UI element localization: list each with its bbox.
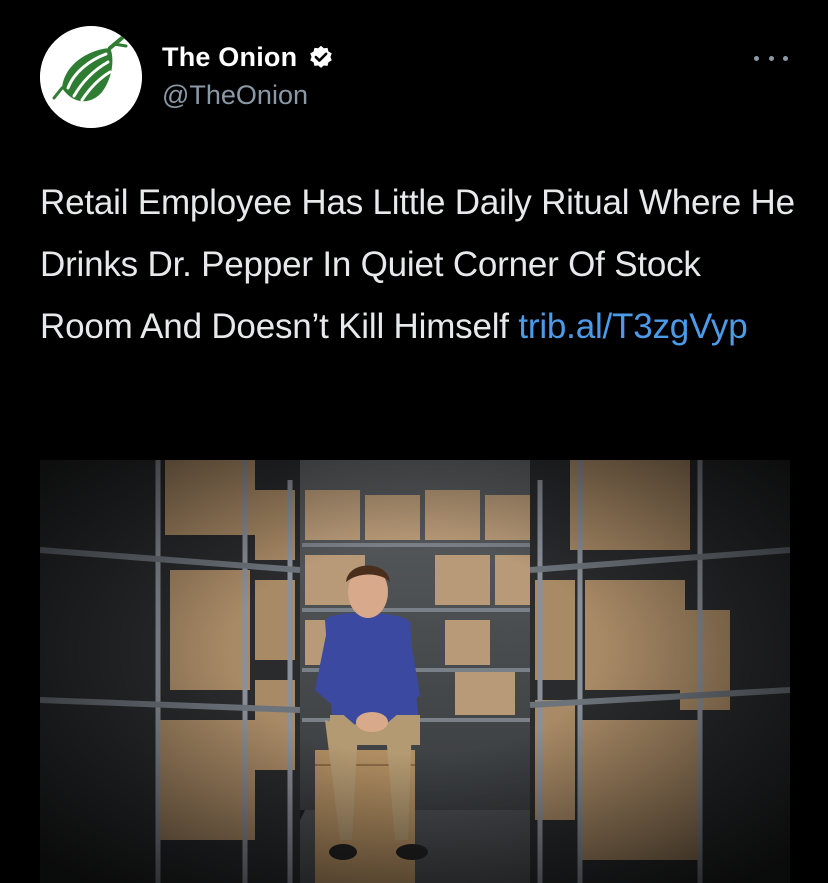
account-handle[interactable]: @TheOnion bbox=[162, 80, 308, 111]
tweet-link[interactable]: trib.al/T3zgVyp bbox=[518, 307, 747, 346]
avatar[interactable] bbox=[40, 26, 142, 128]
photo-stockroom bbox=[40, 460, 790, 883]
more-options-icon[interactable] bbox=[754, 48, 788, 68]
verified-badge-icon bbox=[307, 44, 335, 72]
onion-logo-icon bbox=[40, 26, 142, 128]
display-name[interactable]: The Onion bbox=[162, 42, 297, 73]
tweet-card[interactable]: The Onion @TheOnion Retail Employee Has … bbox=[0, 0, 828, 883]
account-name-row: The Onion bbox=[162, 42, 335, 73]
tweet-text: Retail Employee Has Little Daily Ritual … bbox=[40, 172, 800, 358]
tweet-media-photo[interactable] bbox=[40, 460, 790, 883]
